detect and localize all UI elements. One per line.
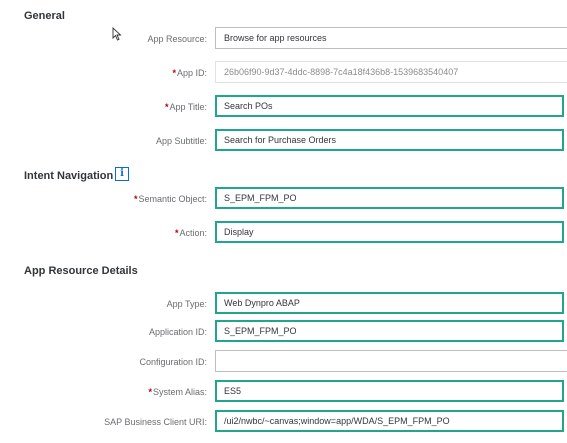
application-id-input[interactable]: S_EPM_FPM_PO <box>215 320 564 342</box>
app-type-input[interactable]: Web Dynpro ABAP <box>215 292 564 314</box>
app-title-input[interactable]: Search POs <box>215 95 564 117</box>
app-subtitle-input[interactable]: Search for Purchase Orders <box>215 129 564 151</box>
app-title-label: *App Title: <box>164 102 207 112</box>
action-input[interactable]: Display <box>215 221 564 243</box>
semantic-object-label: *Semantic Object: <box>133 194 207 204</box>
semantic-object-input[interactable]: S_EPM_FPM_PO <box>215 187 564 209</box>
required-marker: * <box>174 228 179 238</box>
application-id-label: Application ID: <box>148 327 207 337</box>
system-alias-input[interactable]: ES5 <box>215 380 564 402</box>
required-marker: * <box>148 387 152 397</box>
app-id-field: 26b06f90-9d37-4ddc-8898-7c4a18f436b8-153… <box>215 61 567 83</box>
app-type-label: App Type: <box>166 299 207 309</box>
configuration-id-input[interactable] <box>215 350 567 372</box>
action-label: *Action: <box>174 228 207 238</box>
app-subtitle-label: App Subtitle: <box>155 136 207 146</box>
app-resource-label: App Resource: <box>147 34 207 44</box>
app-resource-input[interactable]: Browse for app resources <box>215 27 567 49</box>
sap-business-client-uri-label: SAP Business Client URI: <box>104 417 207 427</box>
app-id-label: *App ID: <box>172 68 207 78</box>
sap-business-client-uri-input[interactable]: /ui2/nwbc/~canvas;window=app/WDA/S_EPM_F… <box>215 410 564 432</box>
section-title-intent-navigation: Intent Navigation <box>24 170 114 182</box>
system-alias-label: *System Alias: <box>148 387 207 397</box>
configuration-id-label: Configuration ID: <box>139 357 207 367</box>
required-marker: * <box>133 194 138 204</box>
required-marker: * <box>172 68 176 78</box>
section-title-general: General <box>24 10 65 22</box>
info-icon[interactable]: i <box>115 167 129 181</box>
section-title-app-resource-details: App Resource Details <box>24 265 138 277</box>
required-marker: * <box>164 102 169 112</box>
